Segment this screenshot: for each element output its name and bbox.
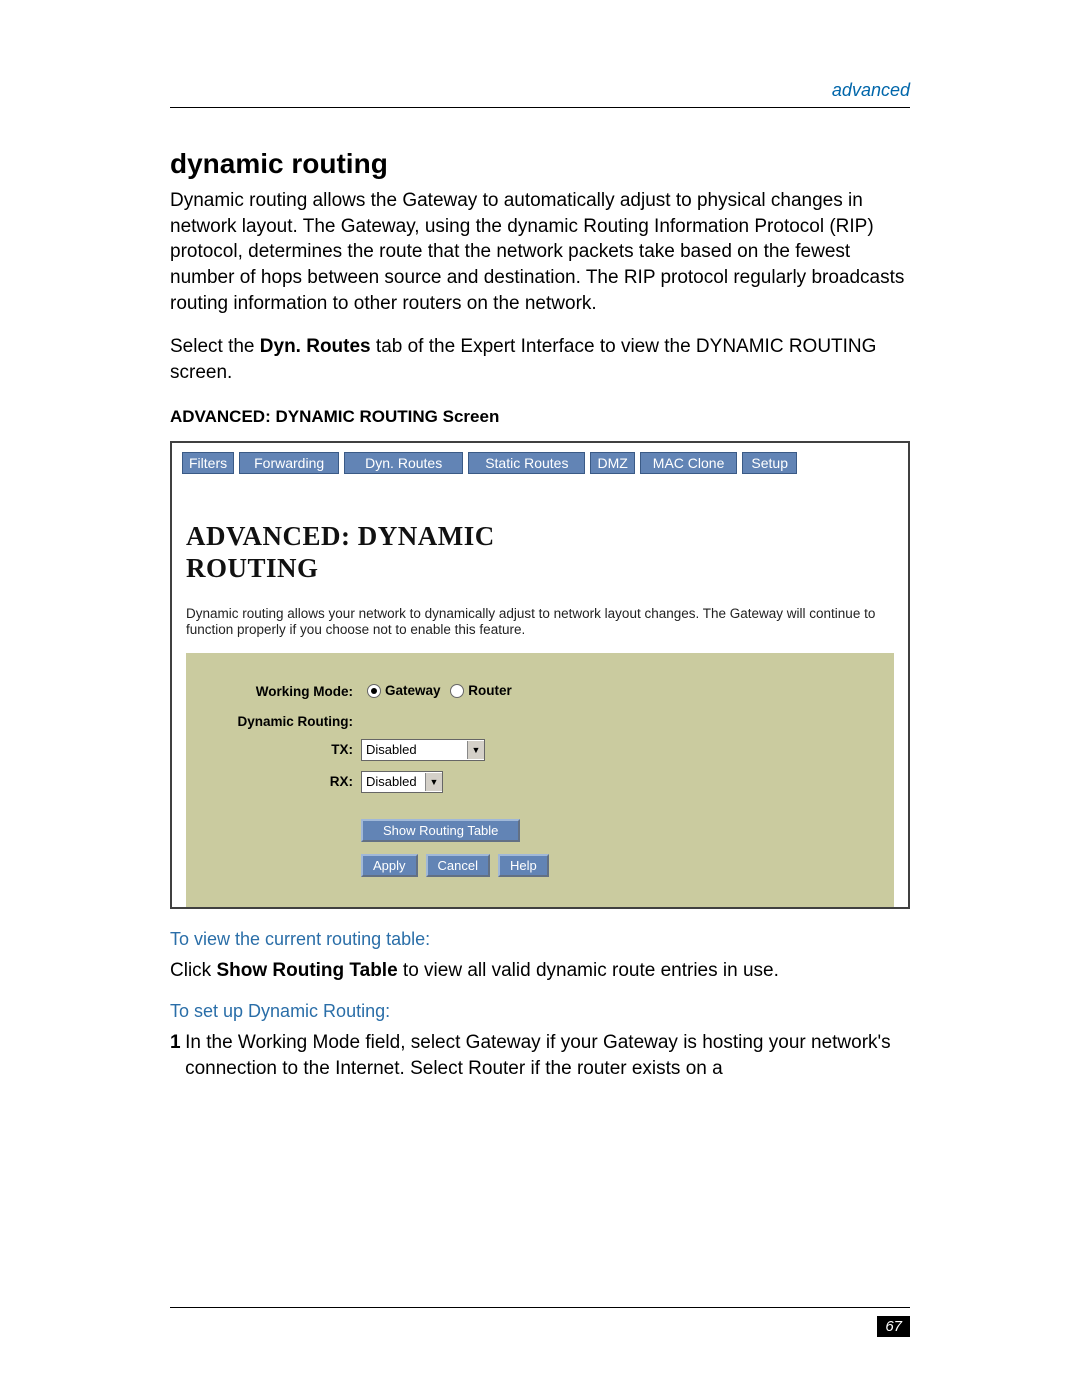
screenshot-caption: ADVANCED: DYNAMIC ROUTING Screen (170, 407, 910, 427)
tab-dyn-routes[interactable]: Dyn. Routes (344, 452, 463, 474)
step-1: 1 In the Working Mode field, select Gate… (170, 1030, 910, 1081)
working-mode-label: Working Mode: (208, 684, 361, 699)
step-1-number: 1 (170, 1030, 185, 1081)
chevron-down-icon: ▼ (467, 741, 484, 759)
form-panel: Working Mode: Gateway Router Dynamic Rou… (186, 653, 894, 906)
view-bold: Show Routing Table (216, 960, 397, 981)
cancel-button[interactable]: Cancel (426, 854, 490, 877)
apply-button[interactable]: Apply (361, 854, 418, 877)
show-routing-table-button[interactable]: Show Routing Table (361, 819, 520, 842)
rx-label: RX: (208, 774, 361, 789)
radio-router[interactable] (450, 684, 464, 698)
view-post: to view all valid dynamic route entries … (398, 960, 779, 981)
select-paragraph: Select the Dyn. Routes tab of the Expert… (170, 334, 910, 385)
select-pre: Select the (170, 336, 260, 357)
view-pre: Click (170, 960, 216, 981)
tx-label: TX: (208, 742, 361, 757)
tx-value: Disabled (366, 742, 417, 757)
radio-gateway-label: Gateway (385, 683, 441, 698)
subhead-setup: To set up Dynamic Routing: (170, 1001, 910, 1022)
tab-filters[interactable]: Filters (182, 452, 234, 474)
radio-router-label: Router (468, 683, 512, 698)
tab-forwarding[interactable]: Forwarding (239, 452, 339, 474)
screenshot-panel: Filters Forwarding Dyn. Routes Static Ro… (170, 441, 910, 908)
tab-dmz[interactable]: DMZ (590, 452, 634, 474)
page-number: 67 (877, 1316, 910, 1337)
intro-paragraph: Dynamic routing allows the Gateway to au… (170, 188, 910, 316)
step1-pre: In the Working Mode field, select (185, 1032, 466, 1053)
screen-title-line2: ROUTING (186, 553, 319, 583)
tab-mac-clone[interactable]: MAC Clone (640, 452, 738, 474)
page-title: dynamic routing (170, 148, 910, 180)
dynamic-routing-label: Dynamic Routing: (208, 714, 361, 729)
bottom-rule (170, 1307, 910, 1308)
help-button[interactable]: Help (498, 854, 549, 877)
chevron-down-icon: ▼ (425, 773, 442, 791)
screen-description: Dynamic routing allows your network to d… (186, 606, 894, 640)
subhead-view-table: To view the current routing table: (170, 929, 910, 950)
step1-b1: Gateway (466, 1032, 541, 1053)
top-rule (170, 107, 910, 108)
header-breadcrumb: advanced (170, 80, 910, 101)
rx-select[interactable]: Disabled ▼ (361, 771, 443, 793)
tab-bar: Filters Forwarding Dyn. Routes Static Ro… (172, 443, 908, 483)
rx-value: Disabled (366, 774, 417, 789)
select-bold: Dyn. Routes (260, 336, 371, 357)
tab-static-routes[interactable]: Static Routes (468, 452, 585, 474)
screen-title: ADVANCED: DYNAMIC ROUTING (186, 521, 894, 583)
tab-setup[interactable]: Setup (742, 452, 797, 474)
tx-select[interactable]: Disabled ▼ (361, 739, 485, 761)
radio-gateway[interactable] (367, 684, 381, 698)
screen-title-line1: ADVANCED: DYNAMIC (186, 521, 495, 551)
step1-b2: Router (468, 1058, 525, 1079)
step-1-text: In the Working Mode field, select Gatewa… (185, 1030, 910, 1081)
step1-post: if the router exists on a (525, 1058, 723, 1079)
view-paragraph: Click Show Routing Table to view all val… (170, 958, 910, 984)
